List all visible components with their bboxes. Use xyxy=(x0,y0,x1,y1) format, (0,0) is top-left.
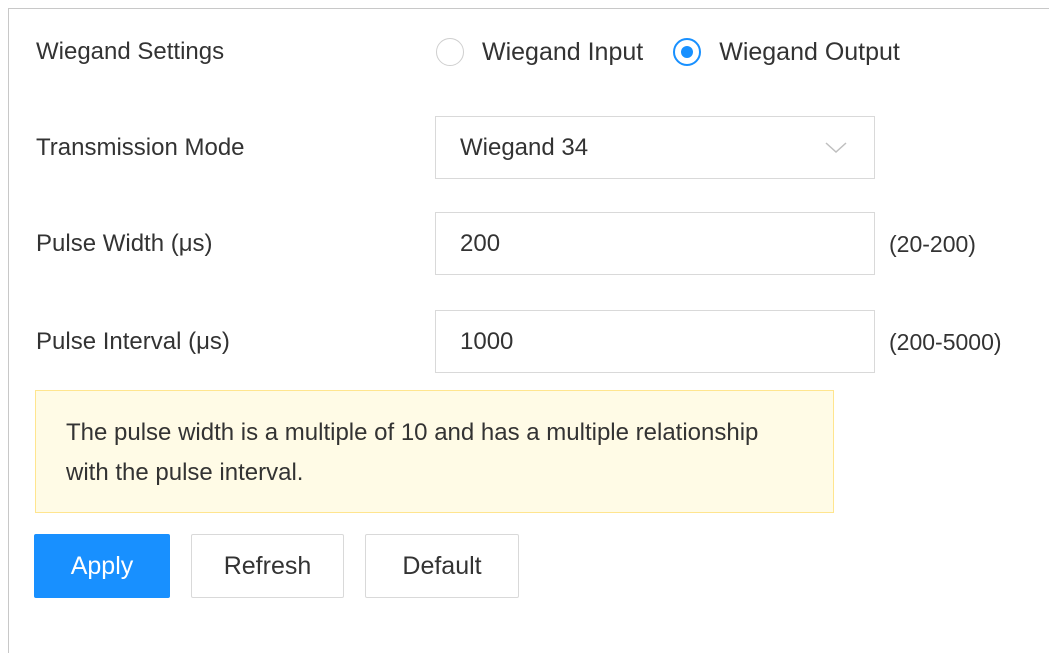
pulse-width-notice: The pulse width is a multiple of 10 and … xyxy=(35,390,834,513)
wiegand-output-radio-label: Wiegand Output xyxy=(719,37,900,66)
wiegand-mode-radio-group: Wiegand Input Wiegand Output xyxy=(436,35,930,69)
pulse-interval-label: Pulse Interval (μs) xyxy=(36,328,230,355)
pulse-interval-input[interactable]: 1000 xyxy=(435,310,875,373)
pulse-width-value: 200 xyxy=(460,229,501,257)
refresh-button[interactable]: Refresh xyxy=(191,534,344,598)
wiegand-settings-label: Wiegand Settings xyxy=(36,38,225,65)
default-button[interactable]: Default xyxy=(365,534,519,598)
wiegand-input-radio-label: Wiegand Input xyxy=(482,37,644,66)
transmission-mode-value: Wiegand 34 xyxy=(460,133,589,161)
pulse-interval-value: 1000 xyxy=(460,327,514,355)
pulse-width-label: Pulse Width (μs) xyxy=(36,230,213,257)
notice-text: The pulse width is a multiple of 10 and … xyxy=(66,419,759,486)
radio-unchecked-icon xyxy=(436,38,464,66)
transmission-mode-select[interactable]: Wiegand 34 xyxy=(435,116,875,179)
pulse-width-input[interactable]: 200 xyxy=(435,212,875,275)
wiegand-input-radio[interactable]: Wiegand Input xyxy=(436,38,643,67)
chevron-down-icon xyxy=(816,138,856,158)
wiegand-output-radio[interactable]: Wiegand Output xyxy=(673,38,900,67)
pulse-interval-range: (200-5000) xyxy=(889,329,1002,355)
transmission-mode-label: Transmission Mode xyxy=(36,134,245,161)
radio-checked-icon xyxy=(673,38,702,66)
apply-button[interactable]: Apply xyxy=(34,534,170,598)
pulse-width-range: (20-200) xyxy=(889,231,976,257)
